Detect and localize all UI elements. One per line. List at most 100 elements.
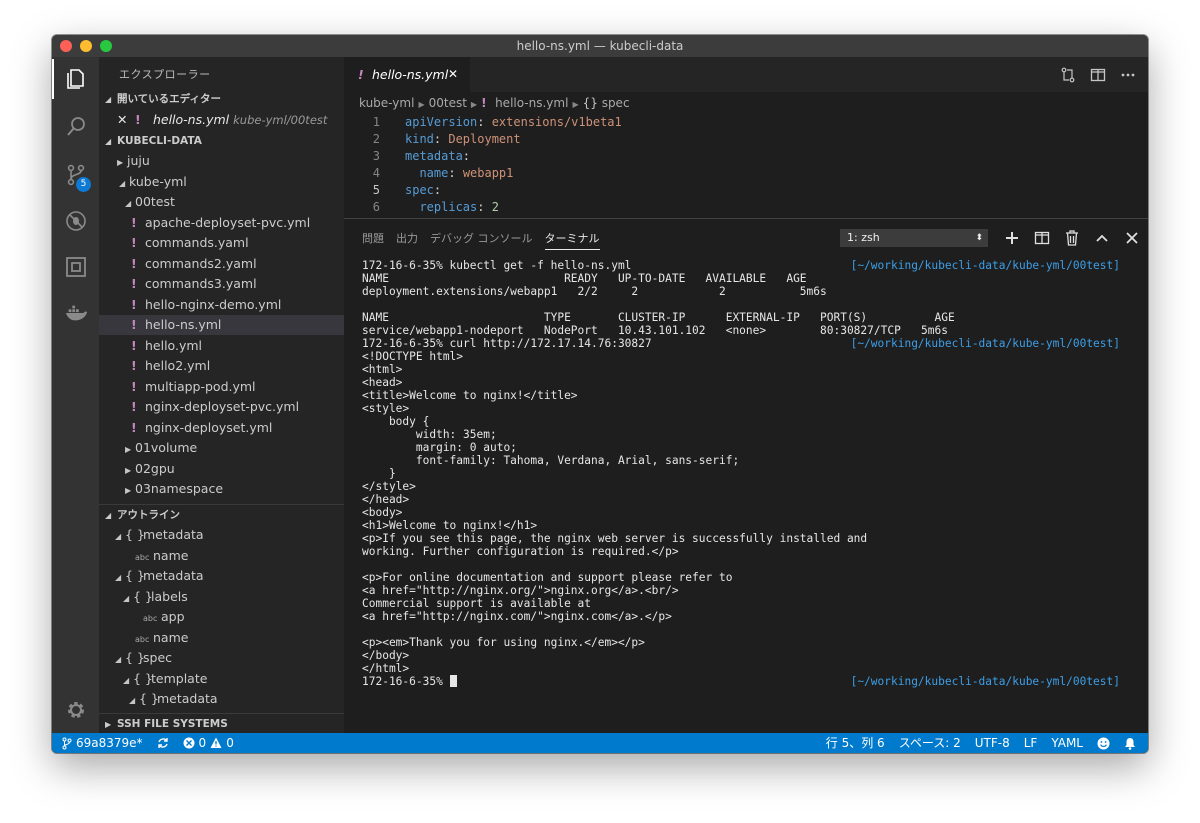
- kill-terminal-button[interactable]: [1062, 228, 1082, 248]
- outline-item[interactable]: ◢{ }spec: [99, 648, 344, 668]
- tree-folder-00test[interactable]: ◢ 00test: [99, 192, 344, 212]
- language-mode-status[interactable]: YAML: [1051, 733, 1083, 753]
- terminal-line: NAME TYPE CLUSTER-IP EXTERNAL-IP PORT(S)…: [362, 311, 955, 324]
- breadcrumb-item[interactable]: kube-yml: [359, 96, 414, 110]
- tree-folder[interactable]: ▶ 01volume: [99, 438, 344, 458]
- terminal-line: service/webapp1-nodeport NodePort 10.43.…: [362, 324, 948, 337]
- outline-item[interactable]: abc app: [99, 607, 344, 627]
- tree-folder[interactable]: ▶ 02gpu: [99, 459, 344, 479]
- feedback-button[interactable]: [1097, 737, 1110, 750]
- bottom-panel: 問題 出力 デバッグ コンソール ターミナル 1: zsh ⬍ 172-16-6…: [344, 218, 1148, 734]
- cursor-position-status[interactable]: 行 5、列 6: [826, 733, 885, 753]
- open-editor-item[interactable]: ✕ ! hello-ns.yml kube-yml/00test: [99, 110, 344, 130]
- close-panel-button[interactable]: [1122, 228, 1142, 248]
- terminal-line: Commercial support is available at: [362, 597, 592, 610]
- indentation-status[interactable]: スペース: 2: [899, 733, 961, 753]
- breadcrumb-item[interactable]: spec: [602, 96, 630, 110]
- sync-button[interactable]: [157, 737, 169, 749]
- maximize-panel-button[interactable]: [1092, 228, 1112, 248]
- code-line-current: 5 spec:: [372, 183, 442, 197]
- open-editors-header[interactable]: ◢ 開いているエディター: [99, 89, 344, 109]
- editor-actions: [1058, 66, 1138, 84]
- code-editor[interactable]: 1 apiVersion: extensions/v1beta1 2 kind: D…: [344, 114, 1148, 218]
- tree-file-selected[interactable]: ! hello-ns.yml: [99, 315, 344, 335]
- terminal-prompt-path: [~/working/kubecli-data/kube-yml/00test]: [850, 675, 1120, 688]
- source-control-activity-button[interactable]: 5: [52, 155, 99, 195]
- code-line: 6 replicas: 2: [372, 200, 499, 214]
- tree-file[interactable]: ! commands2.yaml: [99, 254, 344, 274]
- terminal[interactable]: 172-16-6-35% kubectl get -f hello-ns.yml…: [362, 259, 1132, 729]
- yaml-file-icon: !: [131, 276, 137, 291]
- notifications-button[interactable]: [1124, 737, 1136, 750]
- workspace-header[interactable]: ◢ KUBECLI-DATA: [99, 131, 344, 151]
- tree-file[interactable]: ! commands3.yaml: [99, 274, 344, 294]
- terminal-line: font-family: Tahoma, Verdana, Arial, san…: [362, 454, 740, 467]
- debug-icon: [65, 211, 86, 231]
- explorer-activity-button[interactable]: [52, 59, 99, 99]
- close-tab-icon[interactable]: ✕: [448, 57, 458, 92]
- outline-header[interactable]: ◢ アウトライン: [99, 504, 344, 524]
- editor-tab-hello-ns[interactable]: ! hello-ns.yml ✕: [344, 57, 470, 92]
- tree-folder-juju[interactable]: ▶ juju: [99, 151, 344, 171]
- docker-activity-button[interactable]: [52, 293, 99, 333]
- tab-output[interactable]: 出力: [396, 230, 418, 250]
- tree-file[interactable]: ! hello2.yml: [99, 356, 344, 376]
- terminal-prompt-path: [~/working/kubecli-data/kube-yml/00test]: [850, 259, 1120, 272]
- outline-item[interactable]: ◢{ }template: [99, 669, 344, 689]
- eol-status[interactable]: LF: [1024, 733, 1038, 753]
- tree-file[interactable]: ! hello-nginx-demo.yml: [99, 295, 344, 315]
- tree-file[interactable]: ! nginx-deployset.yml: [99, 418, 344, 438]
- outline-item[interactable]: ◢{ }metadata: [99, 525, 344, 545]
- terminal-line: <p>If you see this page, the nginx web s…: [362, 532, 868, 545]
- files-icon: [66, 69, 84, 89]
- new-terminal-button[interactable]: [1002, 228, 1022, 248]
- debug-activity-button[interactable]: [52, 201, 99, 241]
- tree-folder[interactable]: ▶ 03namespace: [99, 479, 344, 499]
- tab-terminal[interactable]: ターミナル: [544, 230, 600, 250]
- encoding-status[interactable]: UTF-8: [975, 733, 1010, 753]
- terminal-select[interactable]: 1: zsh ⬍: [840, 229, 988, 247]
- settings-activity-button[interactable]: [52, 690, 99, 730]
- more-actions-button[interactable]: [1118, 66, 1138, 84]
- terminal-line: <a href="http://nginx.org/">nginx.org</a…: [362, 584, 679, 597]
- outline-item[interactable]: abc name: [99, 628, 344, 648]
- split-editor-button[interactable]: [1088, 66, 1108, 84]
- tree-file[interactable]: ! apache-deployset-pvc.yml: [99, 213, 344, 233]
- outline-item[interactable]: ◢{ }labels: [99, 587, 344, 607]
- extensions-activity-button[interactable]: [52, 247, 99, 287]
- open-changes-button[interactable]: [1058, 66, 1078, 84]
- terminal-line: </body>: [362, 649, 410, 662]
- terminal-line: </head>: [362, 493, 410, 506]
- tree-file[interactable]: ! nginx-deployset-pvc.yml: [99, 397, 344, 417]
- terminal-line: <style>: [362, 402, 410, 415]
- breadcrumb-item[interactable]: 00test: [429, 96, 467, 110]
- tab-debug-console[interactable]: デバッグ コンソール: [430, 230, 533, 250]
- terminal-line: working. Further configuration is requir…: [362, 545, 679, 558]
- tree-file[interactable]: ! commands.yaml: [99, 233, 344, 253]
- close-icon[interactable]: ✕: [117, 110, 131, 130]
- tab-problems[interactable]: 問題: [362, 230, 384, 250]
- outline-item[interactable]: ◢{ }metadata: [99, 566, 344, 586]
- tree-file[interactable]: ! hello.yml: [99, 336, 344, 356]
- search-activity-button[interactable]: [52, 107, 99, 147]
- outline-item[interactable]: abc name: [99, 546, 344, 566]
- tree-folder-kube-yml[interactable]: ◢ kube-yml: [99, 172, 344, 192]
- terminal-cursor: [449, 675, 457, 687]
- object-symbol-icon: { }: [133, 671, 153, 686]
- close-icon: [1126, 232, 1138, 244]
- outline-item[interactable]: ◢{ }metadata: [99, 689, 344, 709]
- split-terminal-icon: [1034, 231, 1050, 245]
- tree-file[interactable]: ! multiapp-pod.yml: [99, 377, 344, 397]
- close-window-button[interactable]: [60, 40, 72, 52]
- ssh-file-systems-header[interactable]: ▶ SSH FILE SYSTEMS: [99, 713, 344, 733]
- maximize-window-button[interactable]: [100, 40, 112, 52]
- git-branch-status[interactable]: 69a8379e*: [62, 733, 143, 753]
- yaml-file-icon: !: [131, 297, 137, 312]
- search-icon: [66, 117, 85, 136]
- split-terminal-button[interactable]: [1032, 228, 1052, 248]
- yaml-file-icon: !: [131, 399, 137, 414]
- problems-status[interactable]: 0 0: [183, 733, 234, 753]
- git-branch-icon: [62, 737, 72, 749]
- breadcrumb-item[interactable]: hello-ns.yml: [495, 96, 568, 110]
- minimize-window-button[interactable]: [80, 40, 92, 52]
